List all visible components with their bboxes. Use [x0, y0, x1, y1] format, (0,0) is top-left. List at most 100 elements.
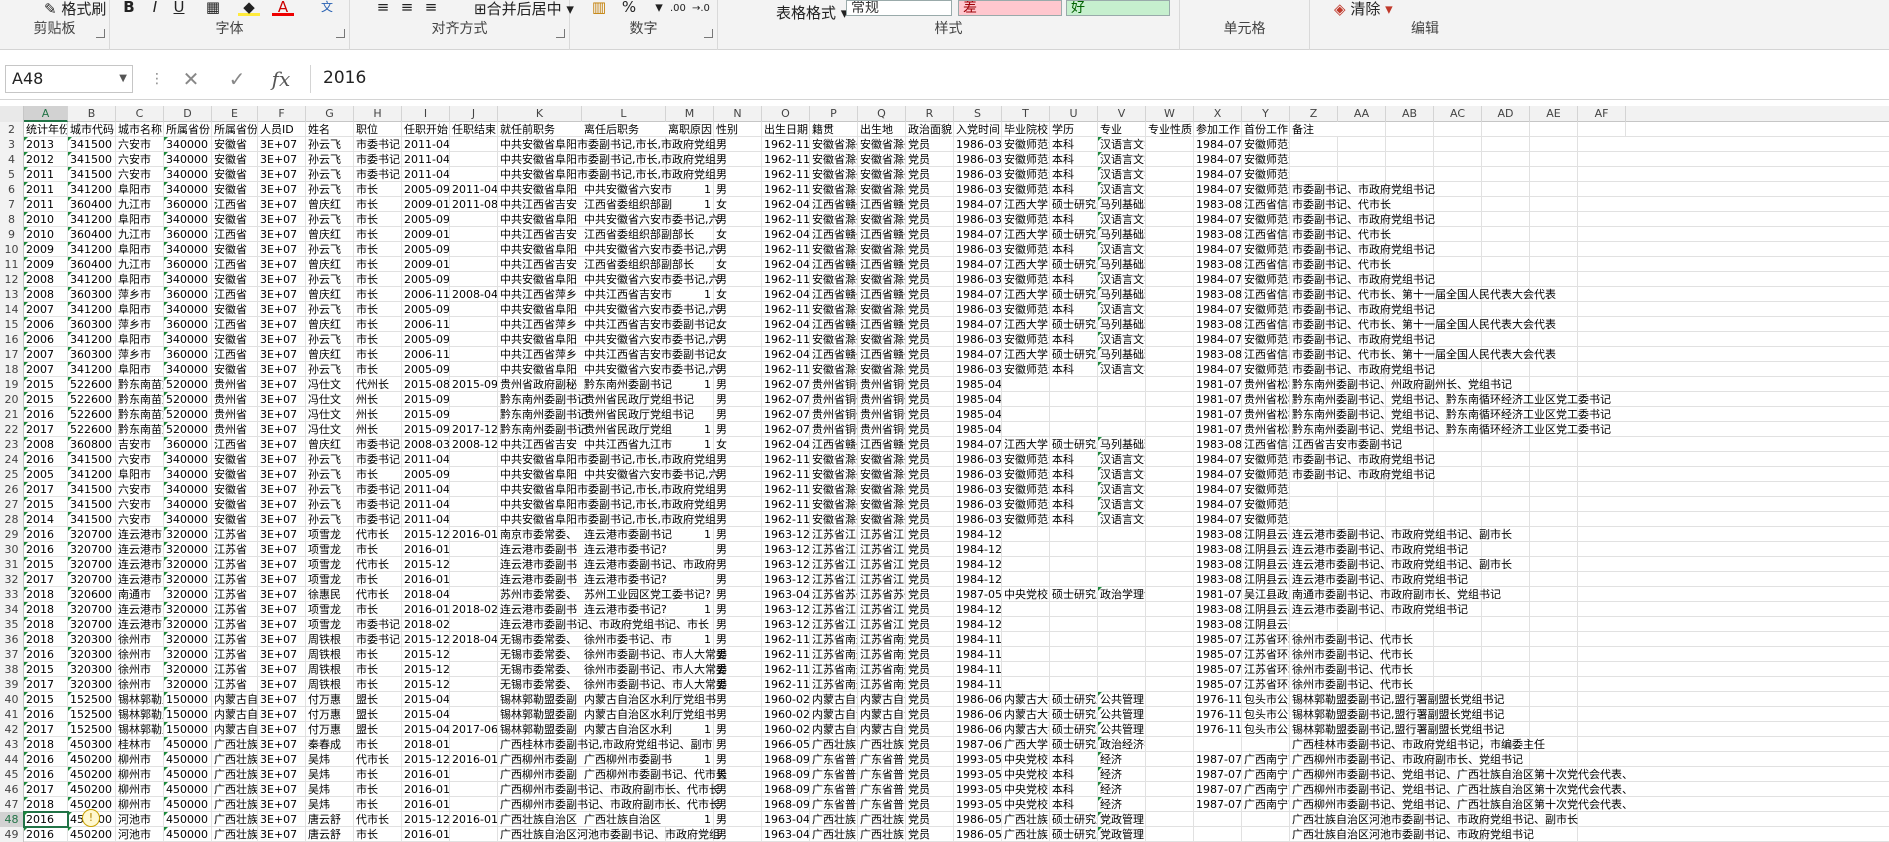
column-header-i[interactable]: I [402, 106, 450, 122]
grid-cell[interactable]: 江西省 [212, 347, 258, 362]
grid-cell[interactable]: 2010 [24, 227, 68, 242]
grid-cell[interactable]: 安徽师范大 [1002, 332, 1050, 347]
grid-cell[interactable]: 党员 [906, 512, 954, 527]
grid-cell[interactable]: 盟长 [354, 707, 402, 722]
grid-cell[interactable]: 1984-07 [1194, 497, 1242, 512]
grid-cell[interactable]: 1981-07 [1194, 407, 1242, 422]
grid-cell[interactable]: 2017-06 [450, 722, 498, 737]
grid-cell[interactable] [1482, 137, 1530, 152]
grid-cell[interactable]: 马列基础理论 [1098, 347, 1146, 362]
grid-cell[interactable]: 1983-08 [1194, 347, 1242, 362]
grid-cell[interactable]: 江西省 [212, 287, 258, 302]
grid-cell[interactable]: 孙云飞 [306, 482, 354, 497]
grid-cell[interactable]: 2013 [24, 137, 68, 152]
grid-cell[interactable]: 1976-11 [1194, 722, 1242, 737]
grid-cell[interactable]: 广西桂林市委副书记、市政府党组书记，市编委主任 [1290, 737, 1545, 752]
grid-cell[interactable]: 冯仕文 [306, 407, 354, 422]
grid-cell[interactable]: 341500 [68, 482, 116, 497]
row-header[interactable]: 6 [0, 182, 24, 197]
grid-cell[interactable]: 320700 [68, 527, 116, 542]
grid-cell[interactable]: 广西壮族自 [858, 737, 906, 752]
grid-cell[interactable] [1098, 527, 1146, 542]
grid-cell[interactable]: 男 [714, 137, 762, 152]
insert-function-icon[interactable]: fx [268, 66, 294, 92]
grid-cell[interactable] [1098, 572, 1146, 587]
grid-cell[interactable]: 1984-07 [1194, 152, 1242, 167]
grid-cell[interactable]: 公共管理 [1098, 722, 1146, 737]
row-header[interactable]: 17 [0, 347, 24, 362]
grid-cell[interactable]: 3E+07 [258, 662, 306, 677]
grid-cell[interactable]: 320000 [164, 632, 212, 647]
number-launcher-icon[interactable] [704, 29, 713, 38]
grid-cell[interactable] [1050, 557, 1098, 572]
grid-cell[interactable]: 广西壮族自治区河池市委副书记、市政府党组 [498, 827, 720, 842]
grid-cell[interactable]: 1963-12 [762, 557, 810, 572]
style-bad[interactable]: 差 [958, 0, 1062, 16]
grid-cell[interactable]: 江西省信丰 [1242, 257, 1290, 272]
row-header[interactable]: 10 [0, 242, 24, 257]
grid-cell[interactable]: 450300 [68, 737, 116, 752]
grid-cell[interactable]: 522600 [68, 392, 116, 407]
grid-cell[interactable] [1386, 617, 1434, 632]
grid-cell[interactable]: 1968-09 [762, 767, 810, 782]
grid-cell[interactable] [1338, 497, 1386, 512]
grid-cell[interactable] [1002, 662, 1050, 677]
grid-cell[interactable]: 1984-07 [1194, 212, 1242, 227]
grid-cell[interactable]: 2008-04 [450, 287, 498, 302]
grid-cell[interactable]: 1962-07 [762, 422, 810, 437]
grid-cell[interactable]: 2015 [24, 377, 68, 392]
phonetic-icon[interactable]: 文 [316, 0, 338, 16]
grid-cell[interactable]: 3E+07 [258, 632, 306, 647]
grid-cell[interactable] [1530, 632, 1578, 647]
row-header[interactable]: 2 [0, 122, 24, 137]
grid-cell[interactable] [1146, 527, 1194, 542]
grid-cell[interactable] [1146, 452, 1194, 467]
grid-cell[interactable]: 广西壮族自治区河池市委副书记、市政府党组书记 [1290, 827, 1534, 842]
grid-cell[interactable] [1098, 662, 1146, 677]
grid-cell[interactable]: 市委副书记、代市长、第十一届全国人民代表大会代表 [1290, 347, 1556, 362]
grid-cell[interactable]: 男 [714, 797, 762, 812]
grid-cell[interactable] [1290, 497, 1338, 512]
grid-cell[interactable]: 中共安徽省阜阳市委副书记,市长,市政府党组 [498, 167, 716, 182]
grid-cell[interactable]: 1962-04 [762, 197, 810, 212]
grid-cell[interactable] [1098, 677, 1146, 692]
grid-cell[interactable]: 2015-09 [450, 377, 498, 392]
grid-cell[interactable] [1386, 167, 1434, 182]
grid-cell[interactable]: 广西壮族自 [212, 752, 258, 767]
grid-cell[interactable] [1482, 632, 1530, 647]
grid-cell[interactable] [1530, 677, 1578, 692]
grid-cell[interactable]: 1960-02 [762, 722, 810, 737]
grid-cell[interactable]: 广西桂林市委副书记,市政府党组书记、副市 [498, 737, 713, 752]
grid-cell[interactable]: 广西南宁市 [1242, 752, 1290, 767]
grid-cell[interactable] [1434, 242, 1482, 257]
grid-cell[interactable]: 江苏省江阴 [858, 527, 906, 542]
grid-cell[interactable]: 安徽师范大 [1002, 482, 1050, 497]
grid-cell[interactable]: 市委副书记、代市长、第十一届全国人民代表大会代表 [1290, 287, 1556, 302]
grid-cell[interactable]: 江苏省 [212, 587, 258, 602]
grid-cell[interactable]: 1 [666, 527, 714, 542]
grid-cell[interactable]: 阜阳市 [116, 362, 164, 377]
grid-cell[interactable]: 贵州省 [212, 407, 258, 422]
grid-cell[interactable]: 3E+07 [258, 212, 306, 227]
grid-cell[interactable]: 1987-07 [1194, 752, 1242, 767]
grid-cell[interactable]: 六安市 [116, 497, 164, 512]
grid-cell[interactable] [450, 212, 498, 227]
grid-cell[interactable]: 2011-04 [402, 452, 450, 467]
grid-cell[interactable]: 男 [714, 377, 762, 392]
grid-cell[interactable]: 黔东南州委副书记 [498, 422, 588, 437]
grid-cell[interactable]: 3E+07 [258, 452, 306, 467]
grid-cell[interactable]: 党员 [906, 197, 954, 212]
grid-cell[interactable]: 女 [714, 287, 762, 302]
grid-cell[interactable] [1146, 767, 1194, 782]
row-header[interactable]: 44 [0, 752, 24, 767]
grid-cell[interactable] [1482, 152, 1530, 167]
grid-cell[interactable]: 安徽省滁州 [858, 302, 906, 317]
grid-cell[interactable]: 江苏省江阴 [810, 542, 858, 557]
grid-cell[interactable]: 徐州市委副书记、市人大常委 [582, 677, 727, 692]
grid-cell[interactable] [1002, 632, 1050, 647]
grid-cell[interactable] [1530, 257, 1578, 272]
grid-cell[interactable]: 内蒙古自治 [810, 692, 858, 707]
grid-cell[interactable]: 150000 [164, 692, 212, 707]
grid-cell[interactable]: 360000 [164, 437, 212, 452]
row-header[interactable]: 32 [0, 572, 24, 587]
